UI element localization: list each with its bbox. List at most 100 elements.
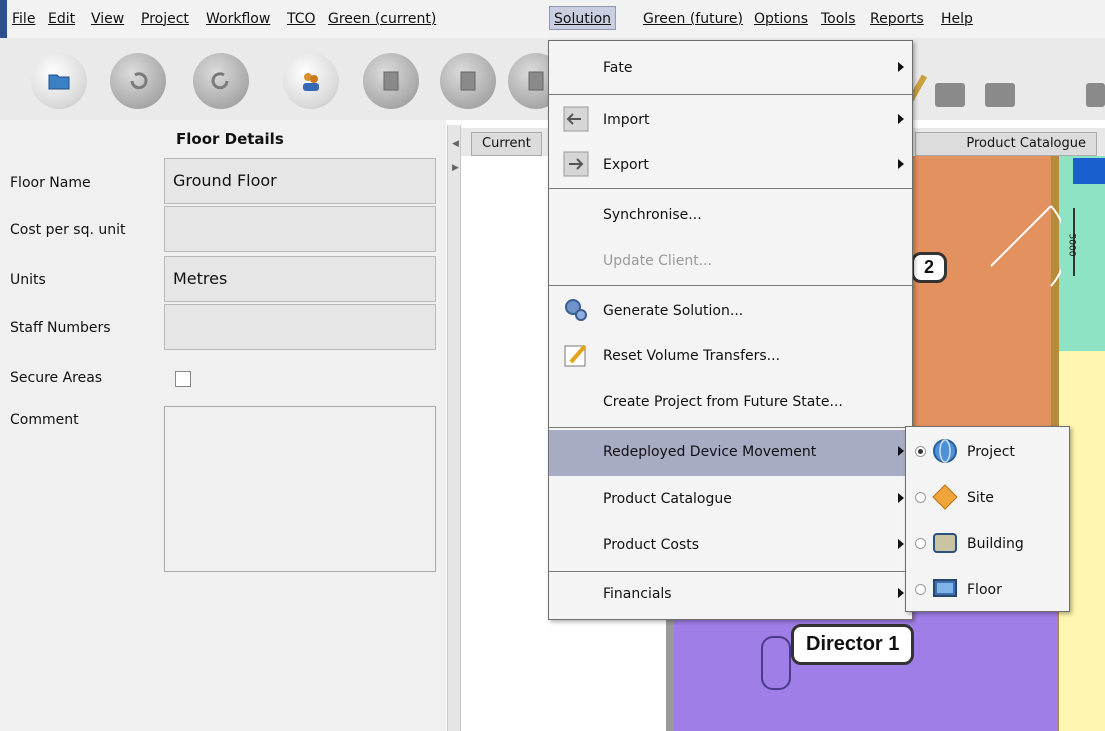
users-icon <box>303 73 319 91</box>
open-folder-icon <box>48 74 70 90</box>
open-button[interactable] <box>31 53 87 109</box>
menu-help[interactable]: Help <box>941 10 973 28</box>
menu-item-label: Synchronise... <box>603 207 702 223</box>
tab-product-catalogue[interactable]: Product Catalogue <box>915 132 1097 156</box>
submenu-item-label: Site <box>967 490 994 506</box>
solution-menu: Fate Import Export Synchronise... Update… <box>548 40 913 620</box>
menu-item-update-client: Update Client... <box>549 239 912 283</box>
monitor-icon <box>933 579 957 597</box>
menu-item-export[interactable]: Export <box>549 143 912 187</box>
menu-item-label: Product Costs <box>603 537 700 553</box>
submenu-arrow-icon <box>898 159 904 169</box>
submenu-item-label: Building <box>967 536 1024 552</box>
submenu-arrow-icon <box>898 588 904 598</box>
floor-details-panel: Floor Details Floor Name Ground Floor Co… <box>0 120 446 731</box>
menu-separator <box>549 94 912 95</box>
submenu-item-building[interactable]: Building <box>906 521 1069 567</box>
menu-item-label: Financials <box>603 586 672 602</box>
export-icon <box>563 151 589 177</box>
print-icon[interactable] <box>935 83 965 107</box>
secure-areas-checkbox[interactable] <box>175 371 191 387</box>
menu-item-synchronise[interactable]: Synchronise... <box>549 193 912 237</box>
staff-numbers-label: Staff Numbers <box>10 320 111 336</box>
floor-name-value: Ground Floor <box>173 171 277 190</box>
menu-separator <box>549 427 912 428</box>
redo-button[interactable] <box>193 53 249 109</box>
menu-item-import[interactable]: Import <box>549 98 912 142</box>
menu-item-create-project-from-future-state[interactable]: Create Project from Future State... <box>549 380 912 424</box>
units-label: Units <box>10 272 46 288</box>
secure-areas-label: Secure Areas <box>10 370 103 386</box>
menu-item-product-catalogue[interactable]: Product Catalogue <box>549 477 912 521</box>
menu-green-future[interactable]: Green (future) <box>643 10 743 28</box>
toolbar-more-icon[interactable] <box>1086 83 1105 107</box>
menu-view[interactable]: View <box>91 10 124 28</box>
dimension-text: 5000 <box>1066 233 1077 257</box>
undo-button[interactable] <box>110 53 166 109</box>
menu-tools[interactable]: Tools <box>821 10 856 28</box>
units-value: Metres <box>173 269 228 288</box>
menu-item-generate-solution[interactable]: Generate Solution... <box>549 289 912 333</box>
tab-current[interactable]: Current <box>471 132 542 156</box>
menu-item-product-costs[interactable]: Product Costs <box>549 523 912 567</box>
menu-file[interactable]: File <box>12 10 35 28</box>
menu-separator <box>549 285 912 286</box>
menu-item-label: Product Catalogue <box>603 491 732 507</box>
submenu-arrow-icon <box>898 114 904 124</box>
menu-edit[interactable]: Edit <box>48 10 75 28</box>
menu-bar: File Edit View Project Workflow TCO Gree… <box>0 0 1105 64</box>
gears-icon <box>565 299 587 321</box>
submenu-item-floor[interactable]: Floor <box>906 567 1069 613</box>
menu-green-current[interactable]: Green (current) <box>328 10 436 28</box>
floor-radio[interactable] <box>915 584 926 595</box>
paste-button[interactable] <box>440 53 496 109</box>
delete-icon <box>528 71 544 91</box>
menu-separator <box>549 188 912 189</box>
print-preview-icon[interactable] <box>985 83 1015 107</box>
project-radio[interactable] <box>915 446 926 457</box>
globe-icon <box>933 439 957 463</box>
building-radio[interactable] <box>915 538 926 549</box>
menu-item-redeployed-device-movement[interactable]: Redeployed Device Movement <box>549 430 912 476</box>
users-button[interactable] <box>283 53 339 109</box>
room-label-director-1[interactable]: Director 1 <box>791 624 915 665</box>
menu-item-reset-volume-transfers[interactable]: Reset Volume Transfers... <box>549 334 912 378</box>
staff-numbers-field[interactable] <box>164 304 436 350</box>
diamond-icon <box>932 484 958 510</box>
submenu-arrow-icon <box>898 493 904 503</box>
comment-textarea[interactable] <box>164 406 436 572</box>
copy-icon <box>383 71 399 91</box>
submenu-item-label: Floor <box>967 582 1002 598</box>
comment-label: Comment <box>10 412 79 428</box>
chair-icon <box>761 636 791 690</box>
redo-icon <box>211 72 229 90</box>
cost-per-sq-unit-field[interactable] <box>164 206 436 252</box>
menu-project[interactable]: Project <box>141 10 189 28</box>
collapse-left-icon[interactable]: ◀ <box>452 139 459 149</box>
blue-marker[interactable] <box>1073 158 1105 184</box>
menu-solution[interactable]: Solution <box>549 6 617 30</box>
copy-button[interactable] <box>363 53 419 109</box>
import-icon <box>563 106 589 132</box>
undo-icon <box>130 72 148 90</box>
menu-workflow[interactable]: Workflow <box>206 10 270 28</box>
expand-right-icon[interactable]: ▶ <box>452 163 459 173</box>
site-radio[interactable] <box>915 492 926 503</box>
paste-icon <box>460 71 476 91</box>
split-pane-divider[interactable]: ◀ ▶ <box>447 125 461 731</box>
menu-item-label: Generate Solution... <box>603 303 744 319</box>
submenu-item-label: Project <box>967 444 1015 460</box>
menu-item-financials[interactable]: Financials <box>549 572 912 616</box>
menu-item-label: Redeployed Device Movement <box>603 444 817 460</box>
submenu-item-project[interactable]: Project <box>906 429 1069 475</box>
menu-item-fate[interactable]: Fate <box>549 46 912 90</box>
floor-name-label: Floor Name <box>10 175 91 191</box>
menu-options[interactable]: Options <box>754 10 808 28</box>
floor-name-field[interactable]: Ground Floor <box>164 158 436 204</box>
room-label-2[interactable]: 2 <box>911 252 948 283</box>
units-field[interactable]: Metres <box>164 256 436 302</box>
menu-tco[interactable]: TCO <box>287 10 316 28</box>
redeployed-device-movement-submenu: Project Site Building Floor <box>905 426 1070 612</box>
submenu-item-site[interactable]: Site <box>906 475 1069 521</box>
menu-reports[interactable]: Reports <box>870 10 924 28</box>
